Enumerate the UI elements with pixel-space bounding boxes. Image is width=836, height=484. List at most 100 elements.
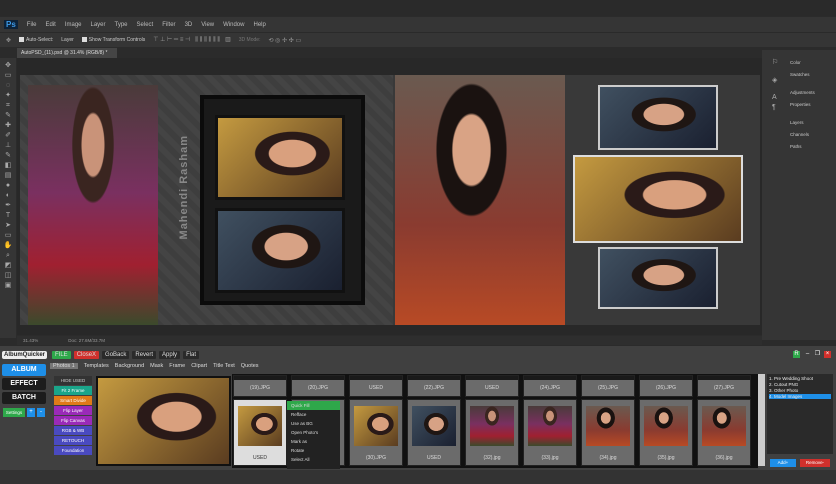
menu-quick-fill[interactable]: Quick Fill [287,401,340,410]
goback-button[interactable]: GoBack [102,351,130,359]
restore-icon[interactable]: ❐ [814,351,821,358]
photo-cell[interactable]: (36).jpg [697,399,751,466]
photo-cell[interactable]: (27).JPG [697,375,751,397]
magic-wand-icon[interactable]: ✦ [5,92,11,100]
retouch-button[interactable]: RETOUCH [54,436,92,445]
photo-cell[interactable]: (19).JPG [233,375,287,397]
show-transform-checkbox[interactable]: Show Transform Controls [81,37,145,43]
apply-button[interactable]: Apply [159,351,181,359]
panel-properties[interactable]: Properties [790,102,811,107]
zoom-icon[interactable]: ⌕ [6,252,10,260]
remove-button[interactable]: Remove- [800,459,830,467]
pen-icon[interactable]: ✒ [5,202,11,210]
zoom-level[interactable]: 31.43% [23,338,38,343]
photo-cell[interactable]: (30).JPG [349,399,403,466]
menu-filter[interactable]: Filter [162,22,175,28]
menu-window[interactable]: Window [223,22,244,28]
plus-button[interactable]: + [27,408,35,417]
photo-cell[interactable]: (25).JPG [581,375,635,397]
character-icon[interactable]: A [772,94,777,101]
minimize-icon[interactable]: – [804,351,811,358]
photo-cell[interactable]: USED [349,375,403,397]
screen-mode-icon[interactable]: ▣ [5,282,12,290]
menu-image[interactable]: Image [65,22,82,28]
close-icon[interactable]: × [824,351,831,358]
menu-type[interactable]: Type [115,22,128,28]
album-button[interactable]: ALBUM [2,364,46,376]
move-tool-icon[interactable]: ✥ [6,37,11,44]
grid-scrollbar[interactable] [758,374,765,466]
tab-quotes[interactable]: Quotes [241,363,259,369]
effect-button[interactable]: EFFECT [2,378,46,390]
panel-color[interactable]: Color [790,60,801,65]
panel-adjustments[interactable]: Adjustments [790,90,815,95]
photo-cell[interactable]: (22).JPG [407,375,461,397]
layer-select[interactable]: Layer [61,37,74,43]
blur-icon[interactable]: ● [6,182,10,190]
photo-cell[interactable]: USED [407,399,461,466]
menu-3d[interactable]: 3D [185,22,193,28]
history-icon[interactable]: ⚐ [772,58,778,66]
panel-layers[interactable]: Layers [790,120,804,125]
3d-tools-icons[interactable]: ⟲ ◎ ✢ ✣ ▭ [268,37,301,44]
menu-edit[interactable]: Edit [45,22,55,28]
lasso-icon[interactable]: ◌ [6,82,10,90]
pin-icon[interactable]: R [793,351,800,358]
menu-refface[interactable]: Refface [287,410,340,419]
gradient-icon[interactable]: ▤ [5,172,12,180]
folder-item-selected[interactable]: 4. Model Images [769,394,831,399]
panel-channels[interactable]: Channels [790,132,809,137]
close-button[interactable]: CloseX [73,351,100,359]
batch-button[interactable]: BATCH [2,392,46,404]
menu-select[interactable]: Select [137,22,154,28]
minus-button[interactable]: - [37,408,45,417]
photo-cell[interactable]: (35).jpg [639,399,693,466]
paragraph-icon[interactable]: ¶ [772,104,776,111]
hand-icon[interactable]: ✋ [4,242,13,250]
panel-paths[interactable]: Paths [790,144,802,149]
crop-icon[interactable]: ⌗ [6,102,10,110]
settings-button[interactable]: Settings [3,408,25,417]
quick-mask-icon[interactable]: ◫ [5,272,12,280]
stamp-icon[interactable]: ⊥ [5,142,11,150]
menu-rotate[interactable]: Rotate [287,446,340,455]
photo-cell[interactable]: USED [233,399,287,466]
auto-select-checkbox[interactable]: Auto-Select: [19,37,53,43]
photo-cell[interactable]: (26).JPG [639,375,693,397]
photo-cell[interactable]: (33).jpg [523,399,577,466]
tab-background[interactable]: Background [115,363,144,369]
flat-button[interactable]: Flat [183,351,200,359]
menu-help[interactable]: Help [253,22,265,28]
photo-cell[interactable]: USED [465,375,519,397]
folder-item[interactable]: 1. Pre Wedding Shoot [769,376,831,381]
menu-file[interactable]: File [27,22,37,28]
type-icon[interactable]: T [6,212,10,220]
panel-swatches[interactable]: Swatches [790,72,810,77]
swatches-icon[interactable]: ◩ [5,262,12,270]
smart-divide-button[interactable]: Smart Divide [54,396,92,405]
menu-use-as-bg[interactable]: Use as BG [287,419,340,428]
photo-cell[interactable]: (20).JPG [291,375,345,397]
revert-button[interactable]: Revert [132,351,157,359]
tab-templates[interactable]: Templates [84,363,109,369]
menu-view[interactable]: View [201,22,214,28]
document-tab[interactable]: AutoPSD_(11).psd @ 31.4% (RGB/8) * [17,48,117,58]
foundation-button[interactable]: Foundation [54,446,92,455]
shape-icon[interactable]: ▭ [5,232,12,240]
photo-cell[interactable]: (32).jpg [465,399,519,466]
menu-mark-as[interactable]: Mark as [287,437,340,446]
tab-clipart[interactable]: Clipart [191,363,207,369]
eraser-icon[interactable]: ◧ [5,162,12,170]
tab-mask[interactable]: Mask [150,363,163,369]
move-icon[interactable]: ✥ [5,62,11,70]
marquee-icon[interactable]: ▭ [5,72,12,80]
hide-used-button[interactable]: HIDE USED [54,376,92,385]
history-brush-icon[interactable]: ✎ [5,152,11,160]
fit-2-frame-button[interactable]: Fit 2 Frame [54,386,92,395]
dodge-icon[interactable]: ◐ [6,192,10,200]
tab-title-text[interactable]: Title Text [213,363,235,369]
tool-presets-icon[interactable]: ◈ [772,76,777,84]
rgb-wb-button[interactable]: RGB & WB [54,426,92,435]
menu-select-all[interactable]: Select All [287,455,340,464]
photo-cell[interactable]: (34).jpg [581,399,635,466]
